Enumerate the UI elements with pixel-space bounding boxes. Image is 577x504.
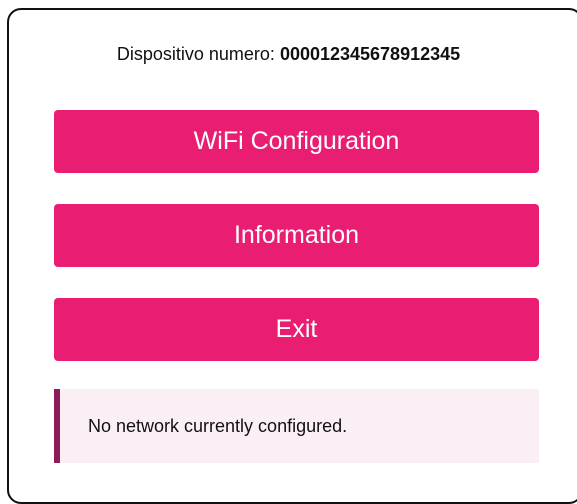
information-button[interactable]: Information bbox=[54, 204, 539, 267]
device-number-line: Dispositivo numero: 000012345678912345 bbox=[0, 44, 577, 65]
network-status-text: No network currently configured. bbox=[88, 416, 348, 436]
exit-button[interactable]: Exit bbox=[54, 298, 539, 361]
device-number-value: 000012345678912345 bbox=[279, 44, 461, 64]
device-number-label: Dispositivo numero: bbox=[116, 44, 280, 64]
wifi-configuration-button[interactable]: WiFi Configuration bbox=[54, 110, 539, 173]
network-status-message: No network currently configured. bbox=[54, 389, 539, 463]
